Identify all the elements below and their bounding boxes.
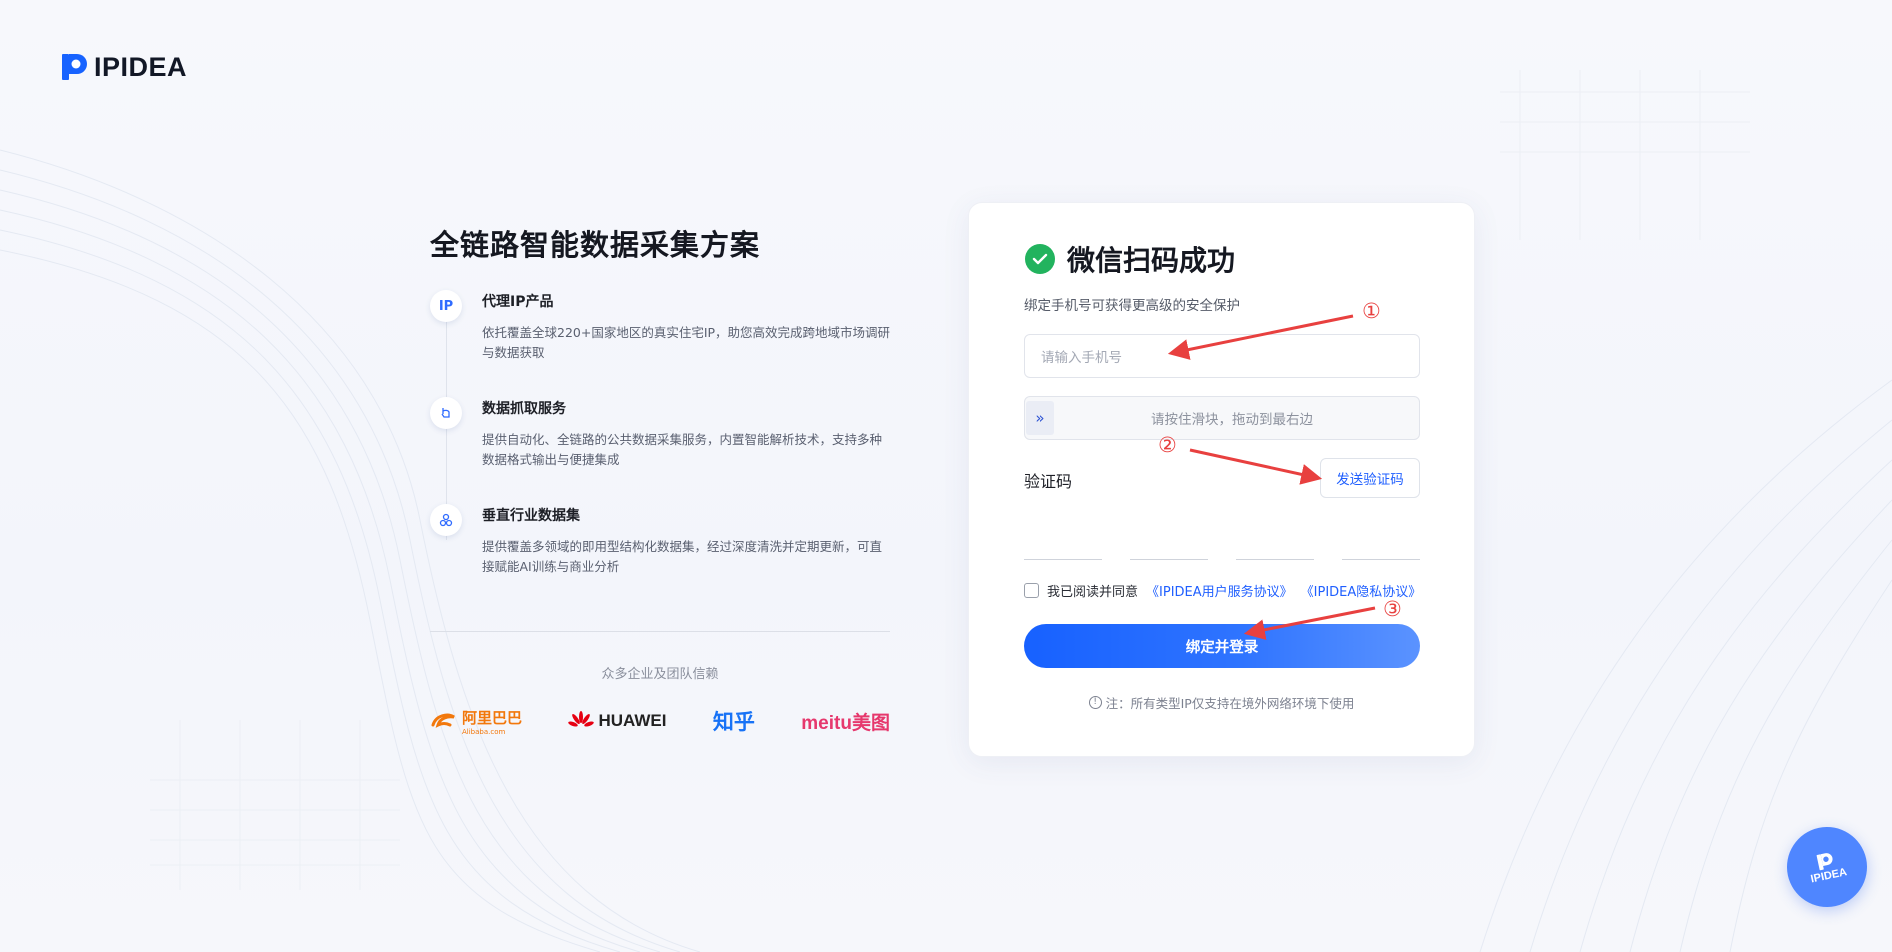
logo[interactable]: IPIDEA [62, 50, 187, 84]
code-label: 验证码 [1024, 472, 1073, 491]
send-code-button[interactable]: 发送验证码 [1320, 458, 1420, 498]
scrape-icon [430, 397, 462, 429]
card-subtitle: 绑定手机号可获得更高级的安全保护 [1024, 298, 1240, 314]
agreement-row: 我已阅读并同意 《IPIDEA用户服务协议》 《IPIDEA隐私协议》 [1024, 581, 1421, 600]
slide-verify[interactable]: » 请按住滑块，拖动到最右边 [1024, 396, 1420, 440]
feature-item: 垂直行业数据集 提供覆盖多领域的即用型结构化数据集，经过深度清洗并定期更新，可直… [430, 504, 890, 611]
floating-ipidea-button[interactable]: IPIDEA [1779, 819, 1875, 915]
privacy-agreement-link[interactable]: 《IPIDEA隐私协议》 [1301, 581, 1422, 600]
code-digit-slot[interactable] [1024, 559, 1102, 560]
alibaba-name: 阿里巴巴 [462, 708, 523, 727]
feature-desc: 提供覆盖多领域的即用型结构化数据集，经过深度清洗并定期更新，可直接赋能AI训练与… [482, 539, 883, 574]
code-digit-slot[interactable] [1130, 559, 1208, 560]
note-text: 注：所有类型IP仅支持在境外网络环境下使用 [1105, 696, 1355, 711]
background-decoration [0, 70, 1892, 952]
logo-text: IPIDEA [94, 51, 188, 82]
huawei-name: HUAWEI [598, 711, 667, 730]
code-digit-slot[interactable] [1342, 559, 1420, 560]
card-header: 微信扫码成功 [1025, 239, 1235, 279]
alibaba-icon [431, 713, 455, 728]
feature-desc: 依托覆盖全球220+国家地区的真实住宅IP，助您高效完成跨地域市场调研与数据获取 [482, 325, 891, 360]
alibaba-logo: 阿里巴巴 Alibaba.com [430, 707, 522, 736]
double-chevron-right-icon: » [1035, 409, 1045, 427]
agree-text: 我已阅读并同意 [1047, 585, 1139, 600]
feature-title: 垂直行业数据集 [482, 508, 580, 524]
slider-handle[interactable]: » [1026, 401, 1054, 435]
card-title: 微信扫码成功 [1067, 244, 1236, 277]
dataset-icon [430, 504, 462, 536]
note: ! 注：所有类型IP仅支持在境外网络环境下使用 [969, 693, 1474, 712]
feature-item: IP 代理IP产品 依托覆盖全球220+国家地区的真实住宅IP，助您高效完成跨地… [430, 290, 890, 397]
brand-logos: 阿里巴巴 Alibaba.com HUAWEI 知乎 meitu美图 [430, 704, 890, 738]
slider-text: 请按住滑块，拖动到最右边 [1151, 412, 1313, 428]
feature-list: IP 代理IP产品 依托覆盖全球220+国家地区的真实住宅IP，助您高效完成跨地… [430, 290, 890, 611]
hero-title: 全链路智能数据采集方案 [430, 228, 761, 262]
bind-login-button[interactable]: 绑定并登录 [1024, 624, 1420, 668]
info-icon: ! [1088, 696, 1102, 709]
floating-button-label: IPIDEA [1809, 866, 1849, 886]
trust-label: 众多企业及团队信赖 [601, 667, 719, 682]
divider [430, 631, 890, 632]
feature-item: 数据抓取服务 提供自动化、全链路的公共数据采集服务，内置智能解析技术，支持多种数… [430, 397, 890, 504]
zhihu-logo: 知乎 [712, 710, 755, 734]
check-circle-icon [1025, 244, 1055, 274]
code-digit-slot[interactable] [1236, 559, 1314, 560]
huawei-icon [568, 711, 595, 727]
phone-input[interactable]: 请输入手机号 [1024, 334, 1420, 378]
annotation-layer: ① ② ③ [1158, 299, 1402, 641]
feature-desc: 提供自动化、全链路的公共数据采集服务，内置智能解析技术，支持多种数据格式输出与便… [482, 432, 883, 467]
ipidea-logo-icon [62, 54, 87, 80]
code-input[interactable] [1024, 559, 1420, 560]
feature-title: 代理IP产品 [482, 294, 554, 310]
alibaba-sub: Alibaba.com [462, 727, 506, 736]
bind-phone-card: 微信扫码成功 绑定手机号可获得更高级的安全保护 请输入手机号 » 请按住滑块，拖… [968, 202, 1475, 757]
huawei-logo: HUAWEI [568, 711, 666, 731]
user-agreement-link[interactable]: 《IPIDEA用户服务协议》 [1146, 581, 1293, 600]
feature-title: 数据抓取服务 [482, 401, 566, 417]
agree-checkbox[interactable] [1024, 583, 1039, 598]
hero-section: 全链路智能数据采集方案 IP 代理IP产品 依托覆盖全球220+国家地区的真实住… [430, 222, 890, 611]
ip-icon: IP [430, 290, 462, 322]
meitu-logo: meitu美图 [801, 712, 890, 734]
